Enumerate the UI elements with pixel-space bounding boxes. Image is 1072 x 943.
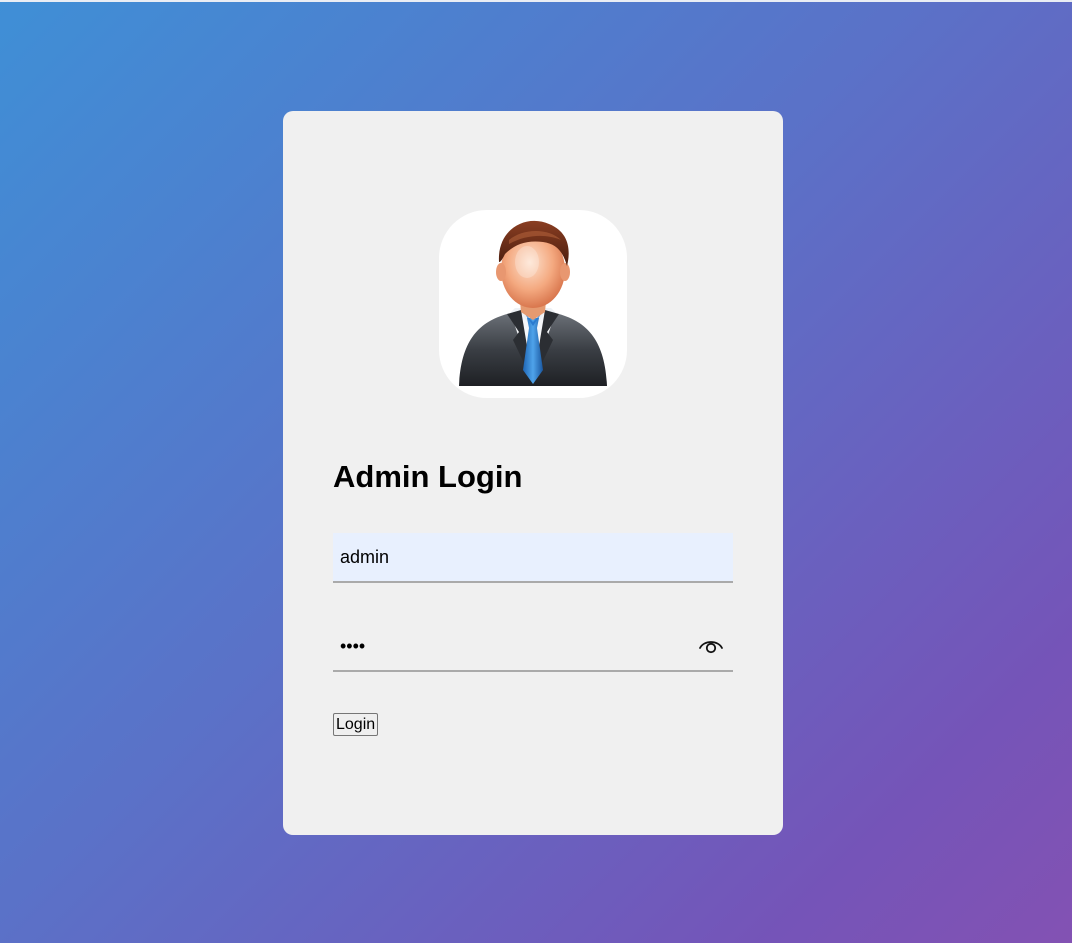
page-title: Admin Login — [333, 459, 523, 494]
password-field-wrapper — [333, 622, 733, 672]
username-field-wrapper — [333, 533, 733, 583]
admin-avatar-icon — [439, 210, 627, 398]
eye-icon[interactable] — [697, 635, 725, 657]
login-button[interactable]: Login — [333, 713, 379, 736]
password-input[interactable] — [333, 622, 733, 670]
username-input[interactable] — [333, 533, 733, 581]
top-border — [0, 0, 1072, 2]
login-card: Admin Login Login — [283, 111, 783, 835]
